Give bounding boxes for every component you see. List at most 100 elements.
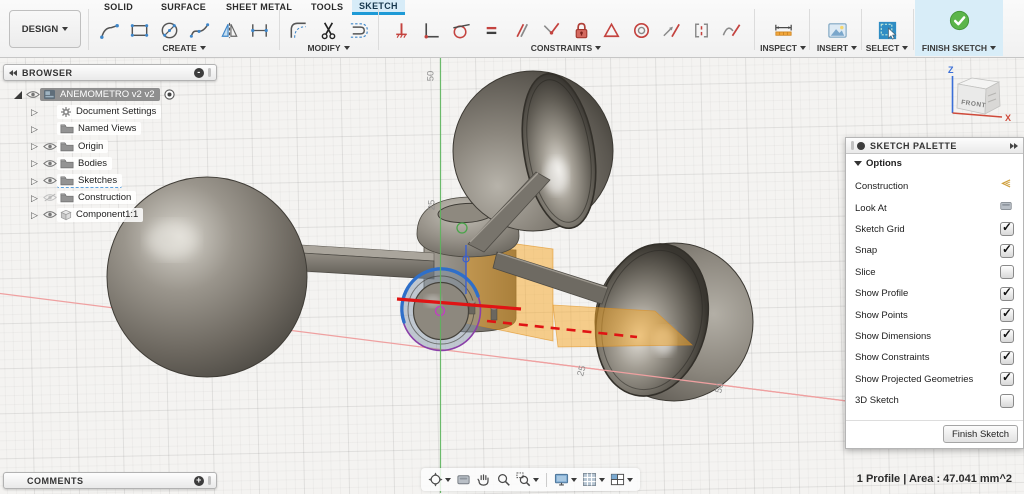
options-section-toggle[interactable]: Options xyxy=(854,158,902,169)
pan-button[interactable] xyxy=(475,471,492,488)
grid-layout-button[interactable] xyxy=(581,471,606,488)
browser-item-origin[interactable]: ▷ Origin xyxy=(3,138,217,155)
symmetry-tool-button[interactable] xyxy=(596,16,626,45)
visibility-toggle[interactable] xyxy=(42,193,57,202)
tangent-tool-button[interactable] xyxy=(446,16,476,45)
checkbox-3d-sketch[interactable] xyxy=(1000,393,1014,408)
checkbox-slice[interactable] xyxy=(1000,265,1014,280)
tab-solid[interactable]: SOLID xyxy=(97,0,140,15)
midpoint-icon xyxy=(662,23,680,37)
finish-sketch-button[interactable]: Finish Sketch xyxy=(942,425,1018,443)
select-tool-button[interactable] xyxy=(872,16,902,45)
browser-item-component1-1[interactable]: ▷ Component1:1 xyxy=(3,206,217,223)
checkbox-show-points[interactable] xyxy=(1000,306,1014,323)
browser-grip[interactable] xyxy=(208,68,211,77)
group-constraints: CONSTRAINTS xyxy=(380,15,752,56)
collapsed-arrow-icon[interactable]: ▷ xyxy=(31,141,38,151)
sketch-palette-header[interactable]: SKETCH PALETTE xyxy=(846,138,1023,154)
palette-grip[interactable] xyxy=(851,141,854,150)
fillet-tool-button[interactable] xyxy=(284,16,314,45)
circle-tool-button[interactable] xyxy=(154,16,184,45)
browser-item-sketches[interactable]: ▷ Sketches xyxy=(3,172,217,189)
fix-unfix-tool-button[interactable] xyxy=(566,16,596,45)
group-label-insert[interactable]: INSERT xyxy=(811,43,863,53)
trim-tool-button[interactable] xyxy=(314,16,344,45)
measure-tool-button[interactable] xyxy=(768,16,798,45)
collapsed-arrow-icon[interactable]: ▷ xyxy=(31,124,38,134)
offset-tool-button[interactable] xyxy=(344,16,374,45)
browser-item-document-settings[interactable]: ▷ Document Settings xyxy=(3,103,217,120)
tangent-icon xyxy=(452,23,470,38)
look-at-button[interactable] xyxy=(998,199,1014,218)
browser-item-bodies[interactable]: ▷ Bodies xyxy=(3,155,217,172)
group-label-constraints[interactable]: CONSTRAINTS xyxy=(380,43,752,53)
look-at-nav-button[interactable] xyxy=(455,471,472,488)
tab-sheet-metal[interactable]: SHEET METAL xyxy=(219,0,299,15)
comments-add-icon[interactable]: + xyxy=(194,475,204,486)
group-label-create[interactable]: CREATE xyxy=(90,43,278,53)
browser-item-named-views[interactable]: ▷ Named Views xyxy=(3,120,217,137)
perpendicular-tool-button[interactable] xyxy=(416,16,446,45)
eye-icon xyxy=(42,159,57,167)
visibility-toggle[interactable] xyxy=(42,159,57,168)
curvature-tool-button[interactable] xyxy=(716,16,746,45)
zoom-button[interactable] xyxy=(495,471,512,488)
visibility-toggle[interactable] xyxy=(42,142,57,151)
line-tool-button[interactable] xyxy=(94,16,124,45)
checkbox-sketch-grid[interactable] xyxy=(1000,220,1014,237)
midpoint-tool-button[interactable] xyxy=(656,16,686,45)
checkbox-snap[interactable] xyxy=(1000,242,1014,258)
grid-layout-icon xyxy=(583,473,596,486)
sketch-dimension-tool-button[interactable] xyxy=(244,16,274,45)
insert-image-tool-button[interactable] xyxy=(822,16,852,45)
visibility-toggle[interactable] xyxy=(42,176,57,185)
construction-line-button[interactable] xyxy=(998,177,1014,196)
viewports-button[interactable] xyxy=(609,471,634,488)
group-label-finish-sketch[interactable]: FINISH SKETCH xyxy=(915,43,1003,53)
collapsed-arrow-icon[interactable]: ▷ xyxy=(31,210,38,220)
tab-tools[interactable]: TOOLS xyxy=(304,0,350,15)
checkbox-show-profile[interactable] xyxy=(1000,285,1014,301)
collapsed-arrow-icon[interactable]: ▷ xyxy=(31,176,38,186)
browser-item-construction[interactable]: ▷ Construction xyxy=(3,189,217,206)
rectangle-tool-button[interactable] xyxy=(124,16,154,45)
visibility-toggle[interactable] xyxy=(42,210,57,219)
concentric-tool-button[interactable] xyxy=(626,16,656,45)
group-label-modify[interactable]: MODIFY xyxy=(281,43,376,53)
folder-icon xyxy=(60,193,74,203)
circle-icon xyxy=(161,22,177,38)
parallel-tool-button[interactable] xyxy=(506,16,536,45)
collapsed-arrow-icon[interactable]: ▷ xyxy=(31,158,38,168)
collapsed-arrow-icon[interactable]: ▷ xyxy=(31,107,38,117)
checkbox-show-dimensions[interactable] xyxy=(1000,327,1014,344)
expanded-arrow-icon[interactable] xyxy=(13,90,22,99)
equal-tool-button[interactable] xyxy=(476,16,506,45)
browser-minimize-icon[interactable]: - xyxy=(194,67,204,78)
collapsed-arrow-icon[interactable]: ▷ xyxy=(31,193,38,203)
design-menu-button[interactable]: DESIGN xyxy=(9,10,81,48)
comments-grip[interactable] xyxy=(208,476,211,485)
tab-surface[interactable]: SURFACE xyxy=(154,0,213,15)
collinear-tool-button[interactable] xyxy=(686,16,716,45)
zoom-window-button[interactable] xyxy=(515,471,540,488)
finish-sketch-tool-button[interactable] xyxy=(944,6,974,35)
checkbox-show-constraints[interactable] xyxy=(1000,349,1014,365)
browser-header[interactable]: BROWSER - xyxy=(3,64,217,81)
browser-item-anemometro-v2-v2[interactable]: ANEMOMETRO v2 v2 xyxy=(3,86,217,103)
orbit-button[interactable] xyxy=(427,471,452,488)
group-label-select[interactable]: SELECT xyxy=(863,43,911,53)
display-settings-button[interactable] xyxy=(553,471,578,488)
viewcube[interactable]: Z X FRONT xyxy=(938,60,1022,132)
mirror-tool-button[interactable] xyxy=(214,16,244,45)
status-profile-area: 1 Profile | Area : 47.041 mm^2 xyxy=(856,473,1012,485)
horizontal-vertical-tool-button[interactable] xyxy=(386,16,416,45)
spline-tool-button[interactable] xyxy=(184,16,214,45)
activate-radio-icon[interactable] xyxy=(163,89,175,100)
comments-header[interactable]: COMMENTS + xyxy=(3,472,217,489)
coincident-tool-button[interactable] xyxy=(536,16,566,45)
palette-label: Show Profile xyxy=(855,288,909,300)
gear-icon xyxy=(61,106,71,117)
checkbox-show-projected-geometries[interactable] xyxy=(1000,370,1014,387)
group-label-inspect[interactable]: INSPECT xyxy=(756,43,810,53)
visibility-toggle[interactable] xyxy=(25,90,40,99)
